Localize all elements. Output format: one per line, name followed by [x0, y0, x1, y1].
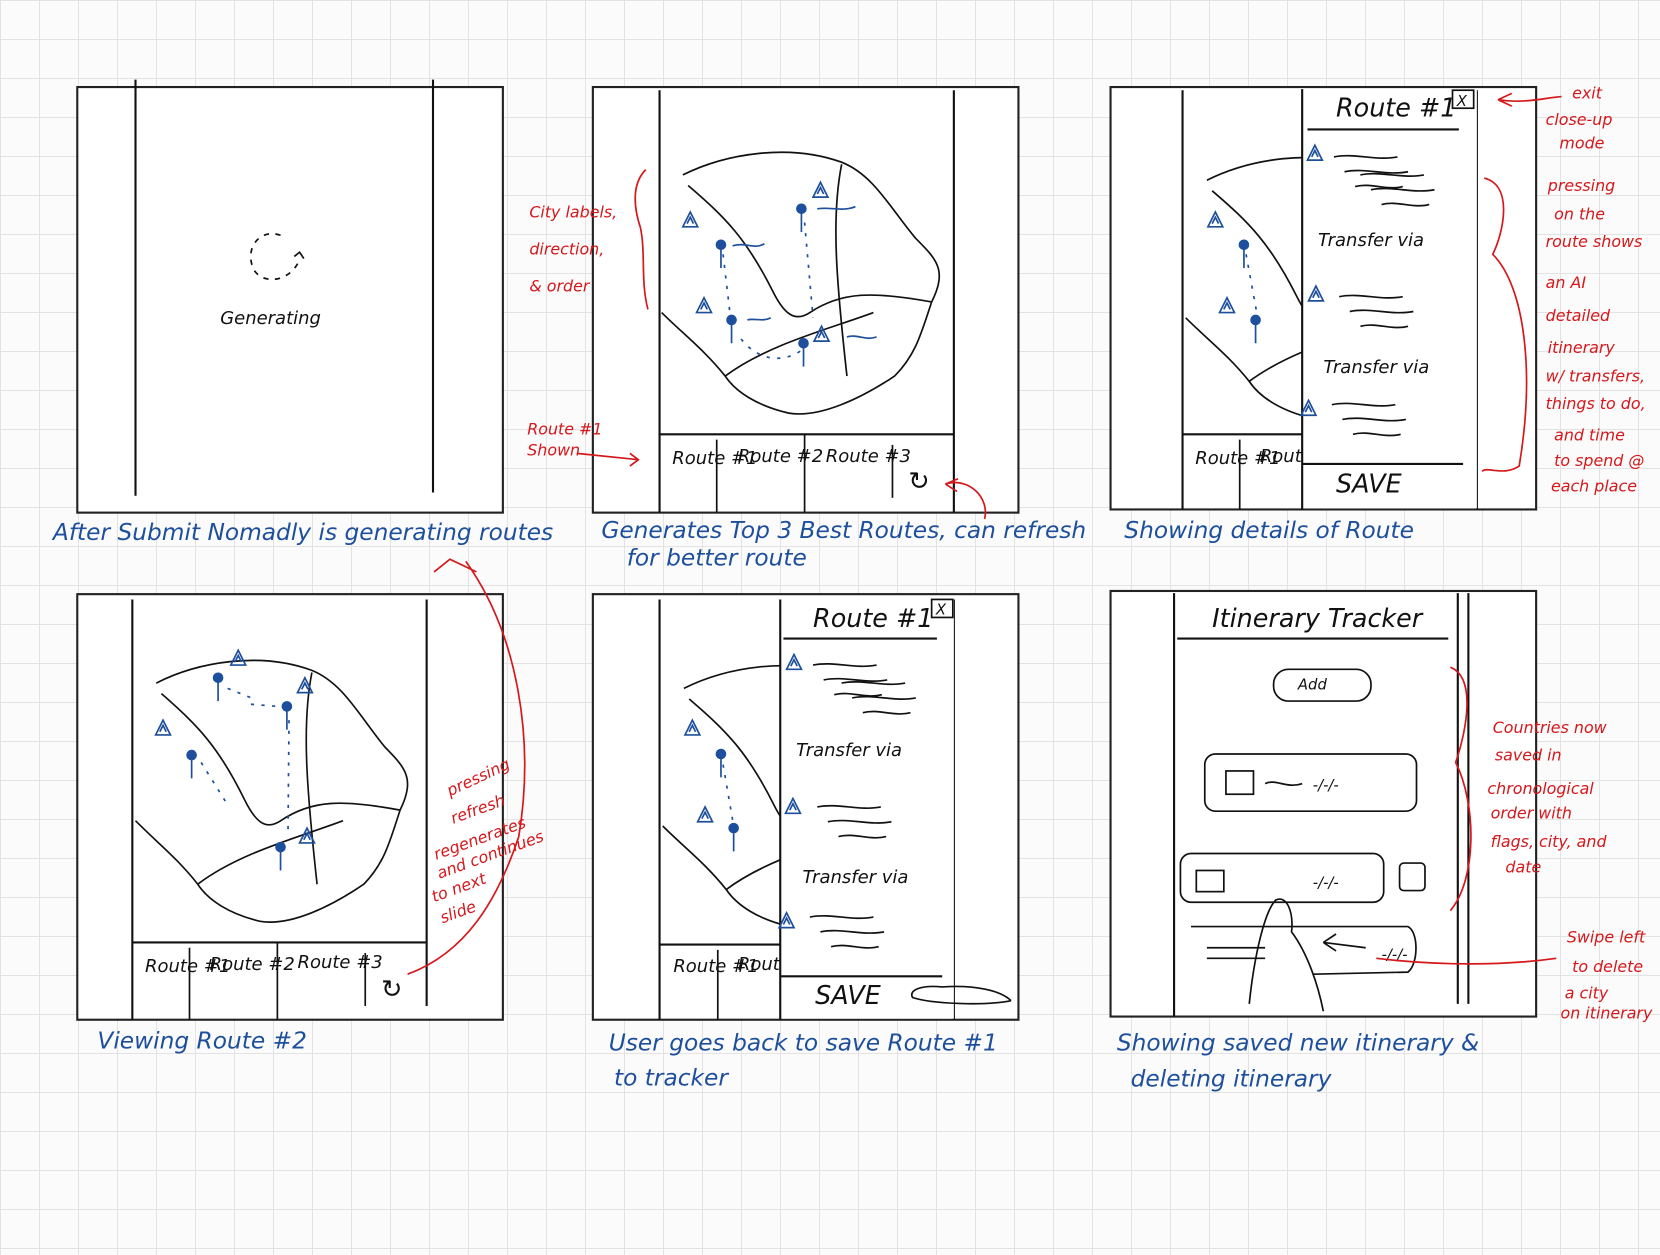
svg-text:exit: exit	[1572, 84, 1603, 103]
add-button-label[interactable]: Add	[1297, 676, 1328, 693]
tab-route-2[interactable]: Route #2	[738, 446, 823, 467]
route-detail-title: Route #1	[1336, 93, 1456, 123]
tab-route-3[interactable]: Route #3	[826, 446, 911, 467]
svg-text:things to do,: things to do,	[1546, 394, 1646, 413]
svg-text:an AI: an AI	[1546, 273, 1587, 292]
panel-generating: Generating After Submit Nomadly is gener…	[51, 79, 553, 546]
svg-text:date: date	[1505, 858, 1541, 877]
svg-text:w/ transfers,: w/ transfers,	[1546, 366, 1645, 385]
refresh-icon[interactable]: ↻	[908, 465, 929, 495]
svg-text:flags, city, and: flags, city, and	[1491, 832, 1608, 851]
save-button[interactable]: SAVE	[815, 980, 881, 1010]
svg-text:City labels,: City labels,	[529, 202, 617, 221]
svg-text:-/-/-: -/-/-	[1313, 777, 1339, 794]
svg-text:each place: each place	[1551, 476, 1637, 495]
tab-route-3[interactable]: Route #3	[297, 952, 382, 973]
svg-text:-/-/-: -/-/-	[1313, 874, 1339, 891]
svg-text:detailed: detailed	[1546, 306, 1611, 325]
svg-text:Swipe left: Swipe left	[1567, 927, 1646, 946]
generating-label: Generating	[220, 308, 321, 329]
panel2-caption-1: Generates Top 3 Best Routes, can refresh	[601, 517, 1086, 544]
svg-text:Shown: Shown	[527, 440, 580, 459]
transfer-label: Transfer via	[1323, 357, 1429, 378]
svg-text:order with: order with	[1491, 804, 1572, 823]
svg-text:to delete: to delete	[1572, 957, 1643, 976]
svg-text:Route #1: Route #1	[527, 419, 602, 438]
svg-text:and time: and time	[1554, 426, 1625, 445]
svg-text:on itinerary: on itinerary	[1560, 1004, 1652, 1023]
svg-text:a city: a city	[1565, 984, 1609, 1003]
panel3-caption: Showing details of Route	[1124, 517, 1414, 544]
svg-text:route shows: route shows	[1546, 232, 1643, 251]
panel6-caption-2: deleting itinerary	[1131, 1065, 1333, 1092]
panel5-caption-1: User goes back to save Route #1	[609, 1029, 998, 1056]
tracker-title: Itinerary Tracker	[1212, 603, 1424, 633]
transfer-label: Transfer via	[802, 867, 908, 888]
close-button[interactable]: X	[1456, 93, 1468, 110]
transfer-label: Transfer via	[796, 740, 902, 761]
panel-route-details: Route #1 Route #2 Route #1 X Transfer vi…	[1109, 84, 1646, 544]
svg-text:close-up: close-up	[1546, 110, 1613, 129]
svg-text:chronological: chronological	[1487, 779, 1594, 798]
panel5-caption-2: to tracker	[614, 1064, 729, 1091]
svg-text:mode: mode	[1559, 133, 1604, 152]
svg-text:saved in: saved in	[1495, 745, 1562, 764]
panel-route-2: Route #1 Route #2 Route #3 ↻ Viewing Rou…	[76, 558, 546, 1054]
svg-text:& order: & order	[529, 276, 591, 295]
panel-save-route: Route #1 Route #2 Route #1 X Transfer vi…	[591, 593, 1020, 1091]
svg-text:itinerary: itinerary	[1548, 338, 1616, 357]
svg-text:to spend @: to spend @	[1554, 451, 1644, 470]
panel6-caption-1: Showing saved new itinerary &	[1117, 1029, 1479, 1056]
refresh-icon[interactable]: ↻	[381, 974, 402, 1004]
transfer-label: Transfer via	[1318, 230, 1424, 251]
close-button[interactable]: X	[935, 601, 947, 618]
save-button[interactable]: SAVE	[1336, 469, 1402, 499]
svg-text:pressing: pressing	[1547, 176, 1615, 195]
storyboard: Generating After Submit Nomadly is gener…	[51, 79, 1653, 1092]
tab-route-2[interactable]: Route #2	[210, 954, 295, 975]
route-detail-title: Route #1	[813, 603, 933, 633]
svg-text:on the: on the	[1554, 204, 1605, 223]
panel-routes: Route #1 Route #2 Route #3 ↻ Generates T…	[527, 85, 1086, 572]
panel2-caption-2: for better route	[627, 545, 807, 572]
svg-text:direction,: direction,	[529, 239, 604, 258]
panel4-caption: Viewing Route #2	[97, 1027, 307, 1054]
svg-text:Countries now: Countries now	[1493, 718, 1607, 737]
panel-itinerary-tracker: Itinerary Tracker Add -/-/- -/-/- -/-/- …	[1109, 589, 1653, 1092]
panel1-caption: After Submit Nomadly is generating route…	[51, 519, 553, 546]
